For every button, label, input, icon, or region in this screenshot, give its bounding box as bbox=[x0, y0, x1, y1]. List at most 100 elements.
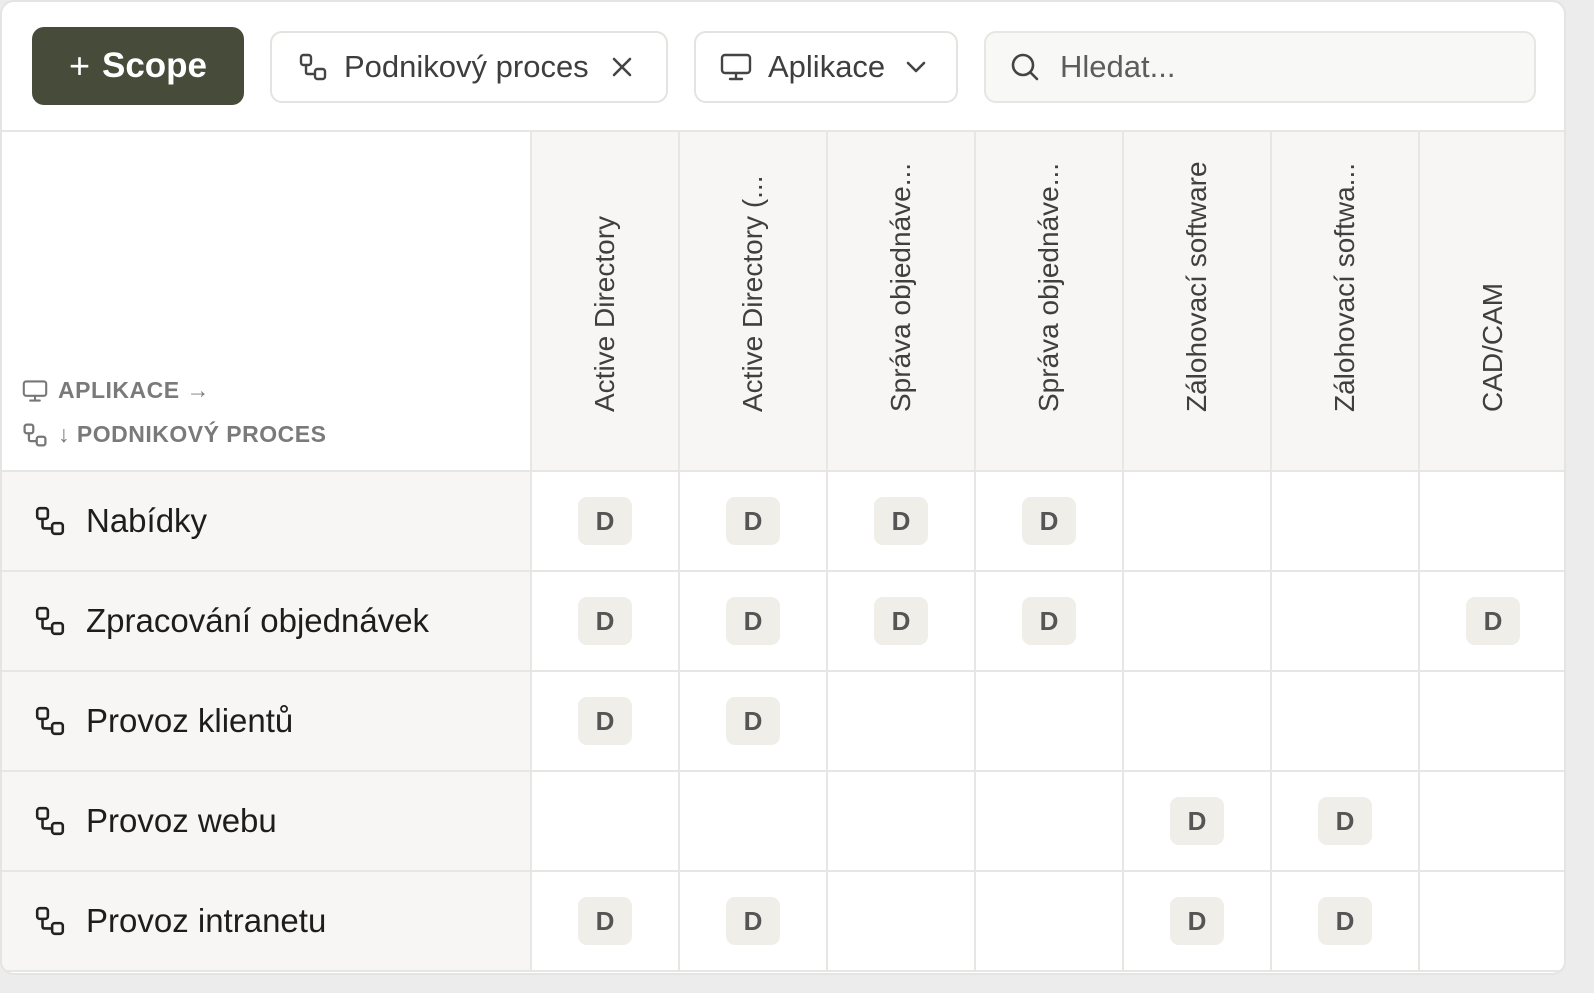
add-scope-label: Scope bbox=[101, 46, 208, 85]
relation-badge[interactable]: D bbox=[578, 597, 632, 645]
monitor-icon bbox=[720, 53, 752, 81]
process-icon bbox=[35, 706, 65, 736]
matrix-cell[interactable]: D bbox=[828, 572, 976, 672]
matrix-cell[interactable]: D bbox=[680, 572, 828, 672]
column-header-label: Správa objednáve... bbox=[885, 162, 916, 412]
matrix-cell[interactable] bbox=[1124, 472, 1272, 572]
relation-badge[interactable]: D bbox=[874, 497, 928, 545]
row-header-label: Nabídky bbox=[86, 502, 208, 539]
add-scope-button[interactable]: + Scope bbox=[32, 27, 244, 105]
column-header-label: Active Directory (... bbox=[737, 175, 768, 412]
column-header[interactable]: Active Directory (... bbox=[680, 132, 828, 472]
row-header[interactable]: Provoz intranetu bbox=[2, 872, 532, 972]
column-header[interactable]: Zálohovací softwa... bbox=[1272, 132, 1420, 472]
matrix-cell[interactable]: D bbox=[976, 472, 1124, 572]
close-icon[interactable] bbox=[611, 56, 633, 78]
app-frame: + Scope Podnikový proces Aplikace Hledat… bbox=[0, 0, 1566, 975]
column-header[interactable]: CAD/CAM bbox=[1420, 132, 1564, 472]
row-header-label: Zpracování objednávek bbox=[86, 602, 430, 639]
relation-badge[interactable]: D bbox=[726, 897, 780, 945]
matrix-cell[interactable] bbox=[1420, 472, 1564, 572]
matrix-cell[interactable] bbox=[1420, 772, 1564, 872]
process-icon bbox=[35, 606, 65, 636]
matrix-cell[interactable]: D bbox=[680, 672, 828, 772]
process-icon bbox=[299, 53, 327, 81]
matrix-cell[interactable] bbox=[1420, 672, 1564, 772]
matrix-cell[interactable]: D bbox=[1124, 872, 1272, 972]
matrix-cell[interactable]: D bbox=[680, 472, 828, 572]
matrix-cell[interactable] bbox=[976, 772, 1124, 872]
rows-axis-text: ↓ PODNIKOVÝ PROCES bbox=[58, 421, 327, 447]
search-icon bbox=[1011, 53, 1039, 81]
process-icon bbox=[23, 422, 47, 447]
process-filter-label: Podnikový proces bbox=[344, 49, 589, 84]
matrix-cell[interactable] bbox=[1272, 672, 1420, 772]
plus-icon: + bbox=[68, 45, 90, 86]
relation-badge[interactable]: D bbox=[1466, 597, 1520, 645]
matrix-cell[interactable]: D bbox=[532, 872, 680, 972]
matrix-cell[interactable] bbox=[680, 772, 828, 872]
process-icon bbox=[35, 506, 65, 536]
relation-badge[interactable]: D bbox=[1170, 797, 1224, 845]
column-header-label: Zálohovací software bbox=[1181, 161, 1212, 412]
columns-axis-text: APLIKACE → bbox=[58, 377, 210, 403]
row-header-label: Provoz intranetu bbox=[86, 902, 327, 939]
monitor-icon bbox=[22, 379, 48, 402]
row-header[interactable]: Provoz klientů bbox=[2, 672, 532, 772]
relation-badge[interactable]: D bbox=[1170, 897, 1224, 945]
matrix-cell[interactable] bbox=[1420, 872, 1564, 972]
chevron-down-icon bbox=[906, 61, 926, 73]
row-header[interactable]: Zpracování objednávek bbox=[2, 572, 532, 672]
matrix-cell[interactable] bbox=[532, 772, 680, 872]
matrix-cell[interactable]: D bbox=[680, 872, 828, 972]
relation-badge[interactable]: D bbox=[726, 697, 780, 745]
process-icon bbox=[35, 906, 65, 936]
matrix-cell[interactable] bbox=[1272, 472, 1420, 572]
matrix-cell[interactable]: D bbox=[532, 472, 680, 572]
column-header[interactable]: Zálohovací software bbox=[1124, 132, 1272, 472]
process-filter-chip[interactable]: Podnikový proces bbox=[270, 31, 668, 103]
toolbar: + Scope Podnikový proces Aplikace bbox=[2, 2, 1564, 132]
relation-badge[interactable]: D bbox=[578, 497, 632, 545]
matrix-cell[interactable] bbox=[1124, 672, 1272, 772]
matrix-cell[interactable]: D bbox=[1272, 772, 1420, 872]
matrix-cell[interactable]: D bbox=[532, 572, 680, 672]
row-header[interactable]: Nabídky bbox=[2, 472, 532, 572]
relation-badge[interactable]: D bbox=[874, 597, 928, 645]
matrix-cell[interactable] bbox=[976, 672, 1124, 772]
matrix-cell[interactable]: D bbox=[532, 672, 680, 772]
relation-badge[interactable]: D bbox=[1318, 897, 1372, 945]
relation-badge[interactable]: D bbox=[578, 697, 632, 745]
columns-axis-label: APLIKACE → bbox=[22, 377, 210, 404]
matrix-cell[interactable] bbox=[828, 772, 976, 872]
matrix-cell[interactable]: D bbox=[1124, 772, 1272, 872]
relation-badge[interactable]: D bbox=[1022, 597, 1076, 645]
relation-badge[interactable]: D bbox=[1022, 497, 1076, 545]
relation-badge[interactable]: D bbox=[726, 597, 780, 645]
relation-badge[interactable]: D bbox=[726, 497, 780, 545]
search-box[interactable] bbox=[984, 31, 1536, 103]
column-header[interactable]: Správa objednáve... bbox=[828, 132, 976, 472]
process-icon bbox=[35, 806, 65, 836]
column-header-label: Správa objednáve... bbox=[1033, 162, 1064, 412]
search-input[interactable] bbox=[1058, 48, 1502, 86]
matrix-cell[interactable]: D bbox=[1272, 872, 1420, 972]
matrix-cell[interactable] bbox=[828, 672, 976, 772]
column-header[interactable]: Active Directory bbox=[532, 132, 680, 472]
matrix-cell[interactable] bbox=[1124, 572, 1272, 672]
row-header[interactable]: Provoz webu bbox=[2, 772, 532, 872]
matrix-cell[interactable] bbox=[976, 872, 1124, 972]
matrix-cell[interactable]: D bbox=[828, 472, 976, 572]
application-filter-label: Aplikace bbox=[768, 49, 886, 84]
relation-badge[interactable]: D bbox=[1318, 797, 1372, 845]
column-header-label: Active Directory bbox=[589, 215, 620, 412]
column-header[interactable]: Správa objednáve... bbox=[976, 132, 1124, 472]
matrix-cell[interactable]: D bbox=[976, 572, 1124, 672]
column-header-label: CAD/CAM bbox=[1477, 282, 1508, 412]
matrix-cell[interactable] bbox=[828, 872, 976, 972]
matrix-cell[interactable] bbox=[1272, 572, 1420, 672]
column-header-label: Zálohovací softwa... bbox=[1329, 162, 1360, 412]
application-filter-dropdown[interactable]: Aplikace bbox=[694, 31, 958, 103]
matrix-cell[interactable]: D bbox=[1420, 572, 1564, 672]
relation-badge[interactable]: D bbox=[578, 897, 632, 945]
